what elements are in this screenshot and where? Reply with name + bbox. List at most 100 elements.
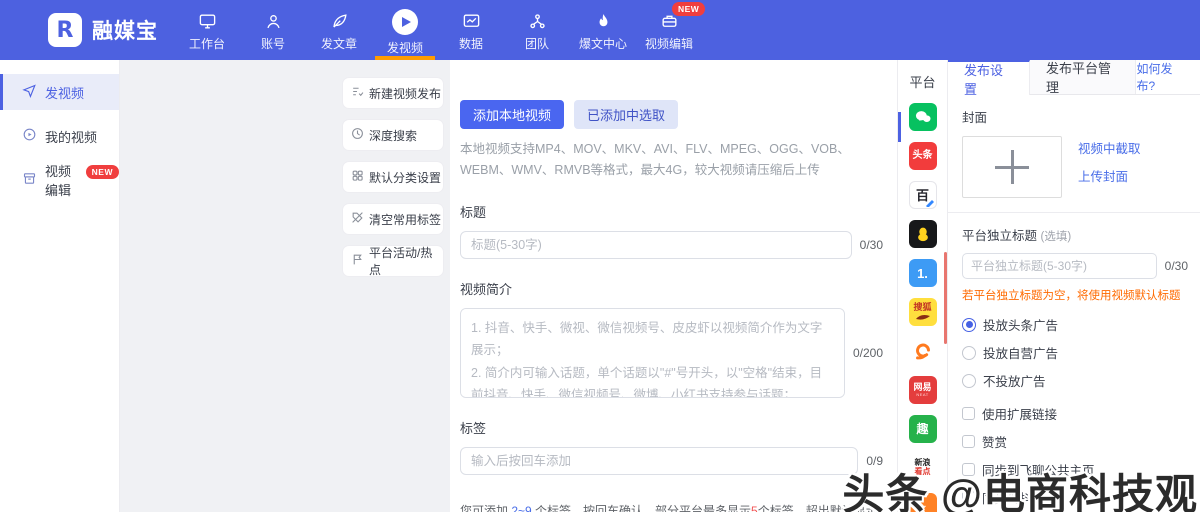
sidebar-item-video-edit[interactable]: 视频编辑 NEW [0, 162, 119, 198]
feather-icon [330, 12, 349, 31]
how-to-publish-link[interactable]: 如何发布? [1136, 60, 1200, 94]
settings-panel: 发布设置 发布平台管理 如何发布? 封面 视频中截取 上传封面 平台独立标题 (… [948, 60, 1200, 512]
nav-items: 工作台 账号 发文章 发视频 数据 团队 爆文中心 NEW 视频编辑 [174, 0, 706, 60]
title-label: 标题 [460, 204, 487, 220]
nav-item-publish-video[interactable]: 发视频 [372, 0, 438, 60]
video-list-canvas: 新建视频发布 深度搜索 默认分类设置 清空常用标签 平台活动/热点 [120, 60, 450, 512]
nav-label: 爆文中心 [578, 37, 627, 51]
platform-header: 平台 [909, 75, 936, 90]
sidebar-item-publish-video[interactable]: 发视频 [0, 74, 119, 110]
nav-item-publish-article[interactable]: 发文章 [306, 0, 372, 60]
brand[interactable]: R 融媒宝 [0, 0, 168, 60]
action-label: 默认分类设置 [369, 170, 442, 185]
nav-item-hot-center[interactable]: 爆文中心 [570, 0, 636, 60]
title-counter: 0/30 [859, 237, 883, 252]
description-textarea[interactable] [460, 307, 845, 398]
monitor-icon [198, 12, 217, 31]
toutiao-icon[interactable]: 头条 [908, 142, 937, 170]
new-badge: NEW [85, 165, 119, 179]
radio-no-ads[interactable]: 不投放广告 [962, 371, 1188, 390]
nav-item-account[interactable]: 账号 [240, 0, 306, 60]
grid-icon [351, 169, 364, 185]
checkbox-extended-link[interactable]: 使用扩展链接 [962, 404, 1188, 423]
pick-from-added-button[interactable]: 已添加中选取 [574, 100, 679, 129]
radio-icon [962, 345, 976, 360]
clear-tags-button[interactable]: 清空常用标签 [343, 204, 443, 234]
deep-search-button[interactable]: 深度搜索 [343, 120, 443, 150]
section-divider [948, 212, 1200, 213]
nav-item-data[interactable]: 数据 [438, 0, 504, 60]
archive-box-icon [22, 171, 37, 189]
add-local-video-button[interactable]: 添加本地视频 [460, 100, 565, 129]
upload-format-hint: 本地视频支持MP4、MOV、MKV、AVI、FLV、MPEG、OGG、VOB、W… [460, 142, 850, 178]
nav-label: 发文章 [320, 37, 357, 51]
toutiao-watermark: 头条 @电商科技观 [842, 461, 1198, 512]
action-label: 深度搜索 [369, 128, 418, 143]
description-label: 视频简介 [460, 281, 513, 297]
platform-activity-button[interactable]: 平台活动/热点 [343, 246, 443, 277]
independent-title-input[interactable] [962, 253, 1157, 279]
selected-platform-indicator [898, 112, 901, 142]
tags-label: 标签 [460, 420, 487, 436]
radio-toutiao-ads[interactable]: 投放头条广告 [962, 315, 1188, 334]
yidianzixun-icon[interactable]: 1. [908, 259, 937, 287]
action-label: 新建视频发布 [369, 86, 442, 101]
right-panel: 平台 头条 百 1. 搜狐 网易 NEAT 趣 新浪 看点 ··· 发布设置 发… [842, 60, 1200, 512]
tag-hint-line1: 您可添加 2~9 个标签，按回车确认。部分平台最多显示5个标签，超出默认显示前5… [460, 503, 878, 512]
checkbox-appreciation[interactable]: 赞赏 [962, 432, 1188, 451]
org-tree-icon [528, 12, 547, 31]
compose-icon [351, 85, 364, 101]
nav-label: 视频编辑 [644, 37, 693, 51]
orange-swirl-icon[interactable] [908, 337, 937, 365]
app-window: R 融媒宝 工作台 账号 发文章 发视频 数据 团队 爆文中心 NEW 视频编辑… [0, 0, 1200, 512]
action-label: 清空常用标签 [369, 212, 442, 227]
independent-title-note: 若平台独立标题为空，将使用视频默认标题 [962, 290, 1181, 302]
nav-label: 团队 [524, 37, 549, 51]
capture-from-video-link[interactable]: 视频中截取 [1078, 138, 1141, 157]
checkbox-icon [962, 435, 975, 448]
send-icon [22, 83, 37, 101]
checkbox-icon [962, 407, 975, 420]
baijiahao-icon[interactable]: 百 [908, 181, 937, 209]
nav-item-video-edit[interactable]: NEW 视频编辑 [636, 0, 706, 60]
top-navbar: R 融媒宝 工作台 账号 发文章 发视频 数据 团队 爆文中心 NEW 视频编辑 [0, 0, 1200, 60]
upload-cover-link[interactable]: 上传封面 [1078, 166, 1141, 185]
netease-icon[interactable]: 网易 NEAT [908, 376, 937, 404]
qutoutiao-icon[interactable]: 趣 [908, 415, 937, 443]
ad-radio-group: 投放头条广告 投放自营广告 不投放广告 [962, 315, 1188, 390]
new-video-publish-button[interactable]: 新建视频发布 [343, 78, 443, 108]
nav-label: 账号 [260, 37, 285, 51]
sidebar-label: 我的视频 [45, 129, 98, 145]
play-circle-icon [392, 8, 418, 35]
settings-tabbar: 发布设置 发布平台管理 如何发布? [948, 60, 1200, 97]
nav-label: 发视频 [386, 40, 423, 55]
qq-penguin-icon[interactable] [908, 220, 937, 248]
sidebar-label: 发视频 [45, 85, 85, 101]
left-sidebar: 发视频 我的视频 视频编辑 NEW [0, 60, 120, 512]
play-circle-icon [22, 127, 37, 145]
nav-item-workbench[interactable]: 工作台 [174, 0, 240, 60]
action-label: 平台活动/热点 [369, 246, 433, 277]
plus-icon [995, 150, 1029, 184]
default-category-button[interactable]: 默认分类设置 [343, 162, 443, 192]
radio-self-ads[interactable]: 投放自营广告 [962, 343, 1188, 362]
sohu-icon[interactable]: 搜狐 [908, 298, 937, 326]
nav-item-team[interactable]: 团队 [504, 0, 570, 60]
platform-strip-scrollbar[interactable] [944, 252, 947, 344]
flame-icon [594, 12, 613, 31]
description-counter: 0/200 [852, 345, 883, 360]
platform-strip: 平台 头条 百 1. 搜狐 网易 NEAT 趣 新浪 看点 ··· [898, 60, 948, 512]
tag-hints: 您可添加 2~9 个标签，按回车确认。部分平台最多显示5个标签，超出默认显示前5… [460, 501, 883, 512]
clock-icon [351, 127, 364, 143]
flag-icon [351, 253, 364, 269]
tab-publish-settings[interactable]: 发布设置 [948, 60, 1030, 97]
title-input[interactable] [460, 230, 852, 259]
chart-icon [462, 12, 481, 31]
wechat-channels-icon[interactable] [908, 103, 937, 131]
sidebar-item-my-videos[interactable]: 我的视频 [0, 118, 119, 154]
cover-upload-box[interactable] [962, 136, 1062, 198]
independent-title-label: 平台独立标题 (选填) [962, 229, 1072, 243]
watermark-handle: @电商科技观 [941, 471, 1198, 512]
tags-input[interactable] [460, 446, 859, 475]
tab-platform-management[interactable]: 发布平台管理 [1030, 60, 1137, 95]
